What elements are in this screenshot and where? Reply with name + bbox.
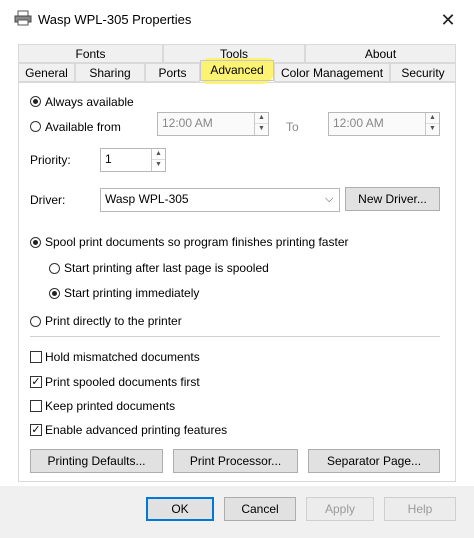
priority-spinner[interactable]: ▲ ▼ xyxy=(151,149,165,171)
spin-up-icon[interactable]: ▲ xyxy=(152,149,165,160)
separator-page-button[interactable]: Separator Page... xyxy=(308,449,440,473)
hold-mismatched-label: Hold mismatched documents xyxy=(45,350,200,364)
print-direct-radio[interactable] xyxy=(30,316,41,327)
tab-advanced[interactable]: Advanced xyxy=(200,60,274,81)
title-bar: Wasp WPL-305 Properties ✕ xyxy=(0,0,474,40)
spool-radio[interactable] xyxy=(30,237,41,248)
after-last-page-radio[interactable] xyxy=(49,263,60,274)
keep-printed-checkbox[interactable] xyxy=(30,400,42,412)
new-driver-button[interactable]: New Driver... xyxy=(345,187,440,211)
ok-button[interactable]: OK xyxy=(146,497,214,521)
spin-up-icon[interactable]: ▲ xyxy=(255,113,268,124)
spin-down-icon[interactable]: ▼ xyxy=(152,160,165,171)
enable-advanced-features-label: Enable advanced printing features xyxy=(45,423,228,437)
divider xyxy=(30,336,440,337)
to-time-value: 12:00 AM xyxy=(333,116,384,130)
tab-security[interactable]: Security xyxy=(390,63,456,82)
driver-select[interactable]: Wasp WPL-305 xyxy=(100,188,340,212)
tab-sharing[interactable]: Sharing xyxy=(75,63,145,82)
to-time-field[interactable]: 12:00 AM xyxy=(328,112,440,136)
after-last-page-label: Start printing after last page is spoole… xyxy=(64,261,269,275)
spool-label: Spool print documents so program finishe… xyxy=(45,235,349,249)
immediately-label: Start printing immediately xyxy=(64,286,200,300)
spin-down-icon[interactable]: ▼ xyxy=(426,124,439,135)
tab-general[interactable]: General xyxy=(18,63,75,82)
always-available-label: Always available xyxy=(45,95,134,109)
print-spooled-first-checkbox[interactable]: ✓ xyxy=(30,376,42,388)
print-spooled-first-label: Print spooled documents first xyxy=(45,375,200,389)
to-time-spinner[interactable]: ▲ ▼ xyxy=(425,113,439,135)
printer-icon xyxy=(14,10,32,26)
window-title: Wasp WPL-305 Properties xyxy=(38,12,192,27)
tab-ports[interactable]: Ports xyxy=(145,63,200,82)
priority-value: 1 xyxy=(105,152,112,166)
from-time-value: 12:00 AM xyxy=(162,116,213,130)
spin-up-icon[interactable]: ▲ xyxy=(426,113,439,124)
tab-color-management[interactable]: Color Management xyxy=(274,63,390,82)
apply-button[interactable]: Apply xyxy=(306,497,374,521)
print-direct-label: Print directly to the printer xyxy=(45,314,182,328)
priority-label: Priority: xyxy=(30,153,71,167)
printing-defaults-button[interactable]: Printing Defaults... xyxy=(30,449,163,473)
hold-mismatched-checkbox[interactable] xyxy=(30,351,42,363)
from-time-field[interactable]: 12:00 AM xyxy=(157,112,269,136)
enable-advanced-features-checkbox[interactable]: ✓ xyxy=(30,424,42,436)
chevron-down-icon[interactable]: ⌵ xyxy=(325,193,333,206)
to-label: To xyxy=(286,120,299,134)
available-from-label: Available from xyxy=(45,120,121,134)
print-processor-button[interactable]: Print Processor... xyxy=(173,449,298,473)
spin-down-icon[interactable]: ▼ xyxy=(255,124,268,135)
help-button[interactable]: Help xyxy=(384,497,456,521)
advanced-panel xyxy=(18,82,456,482)
available-from-radio[interactable] xyxy=(30,121,41,132)
tab-about[interactable]: About xyxy=(305,44,456,63)
immediately-radio[interactable] xyxy=(49,288,60,299)
close-icon[interactable]: ✕ xyxy=(436,8,460,32)
keep-printed-label: Keep printed documents xyxy=(45,399,176,413)
tab-fonts[interactable]: Fonts xyxy=(18,44,163,63)
driver-label: Driver: xyxy=(30,193,66,207)
always-available-radio[interactable] xyxy=(30,96,41,107)
cancel-button[interactable]: Cancel xyxy=(224,497,296,521)
from-time-spinner[interactable]: ▲ ▼ xyxy=(254,113,268,135)
driver-value: Wasp WPL-305 xyxy=(105,192,189,206)
